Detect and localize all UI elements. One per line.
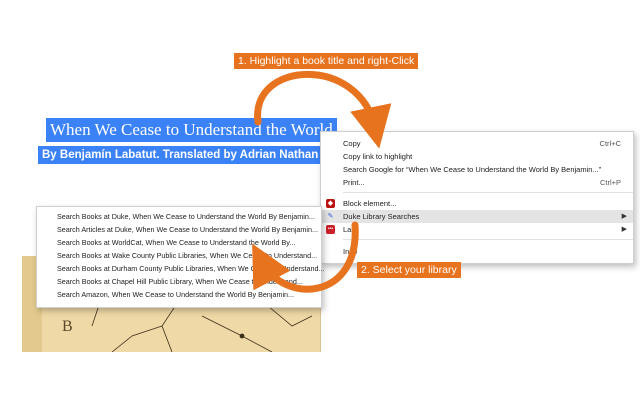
arrow-step2 (252, 221, 359, 293)
callout-step-1: 1. Highlight a book title and right-Clic… (234, 53, 419, 69)
callout-step-2: 2. Select your library (357, 262, 461, 278)
arrow-step1 (254, 70, 392, 149)
